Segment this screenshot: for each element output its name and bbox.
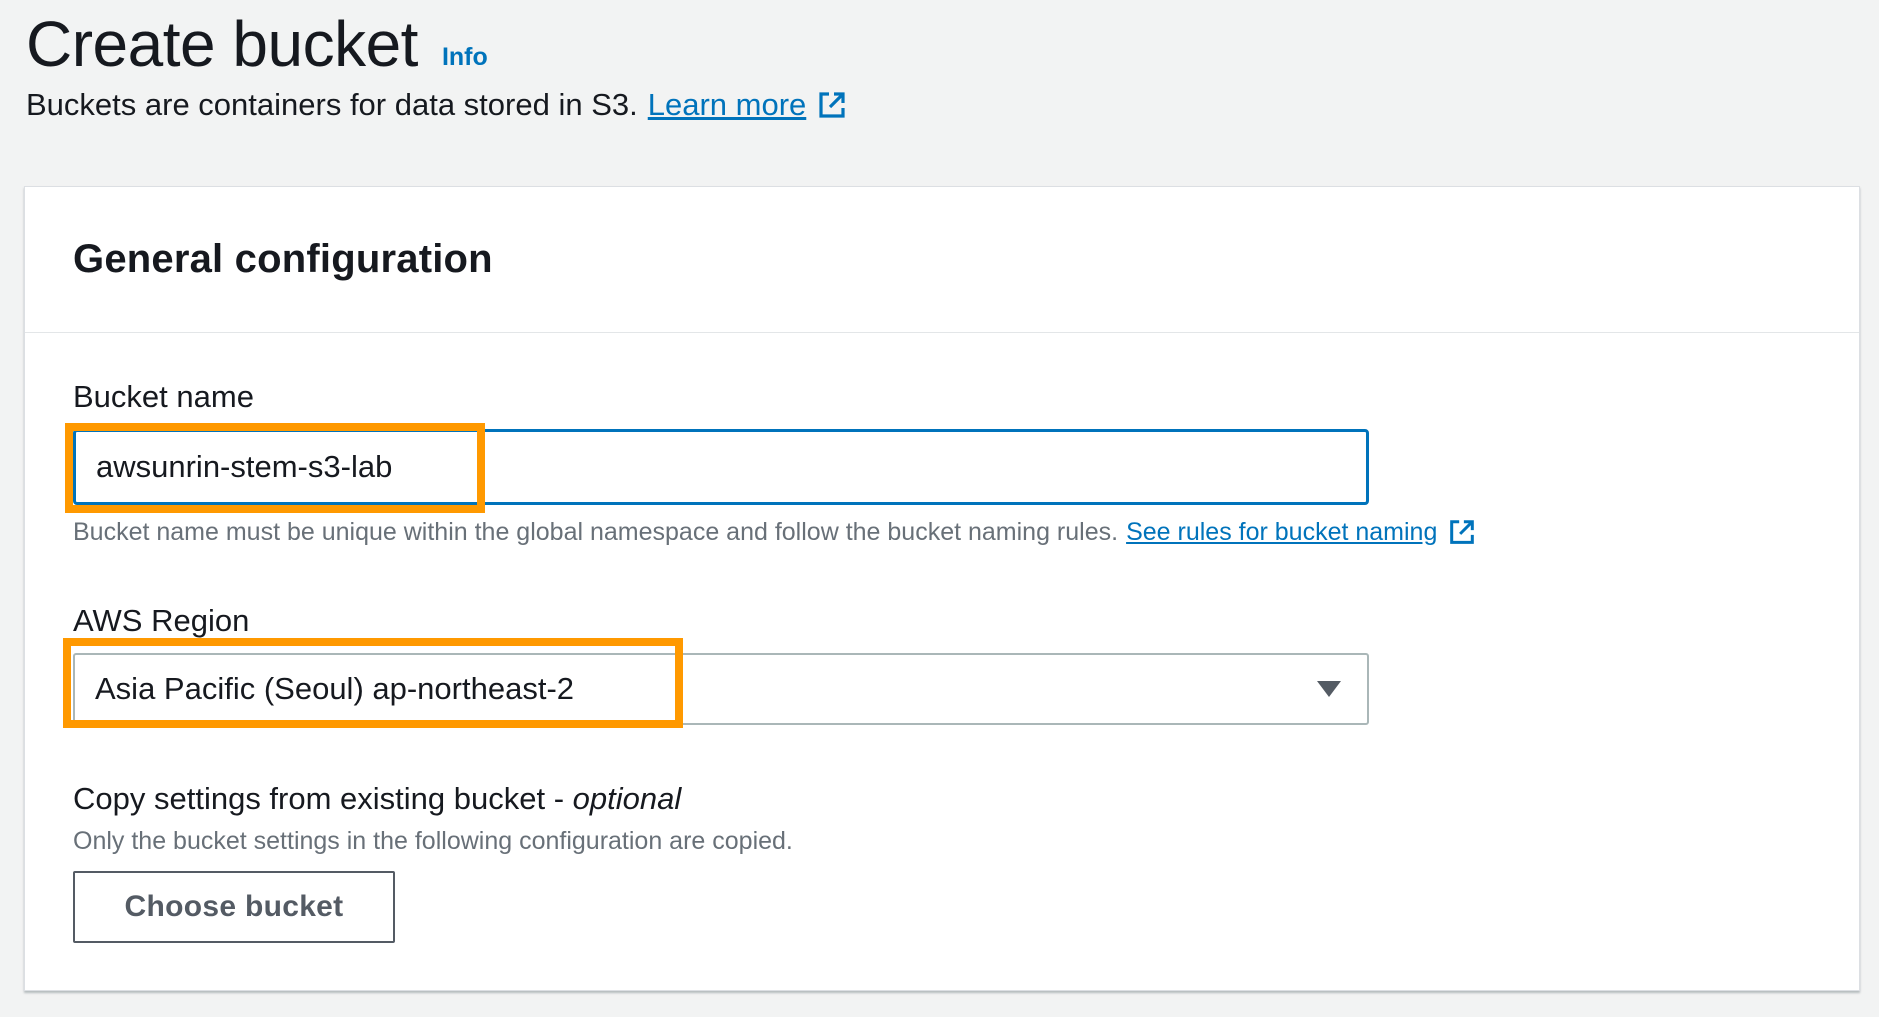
- aws-region-label: AWS Region: [73, 603, 250, 638]
- general-configuration-panel: General configuration Bucket name awsunr…: [24, 186, 1860, 991]
- page-title: Create bucket: [26, 8, 418, 80]
- title-row: Create bucket Info: [26, 0, 848, 76]
- bucket-naming-rules-link[interactable]: See rules for bucket naming: [1126, 517, 1477, 547]
- bucket-naming-rules-label: See rules for bucket naming: [1126, 517, 1438, 546]
- page-header: Create bucket Info Buckets are container…: [26, 0, 848, 124]
- copy-settings-label: Copy settings from existing bucket - opt…: [73, 781, 681, 817]
- bucket-name-value: awsunrin-stem-s3-lab: [96, 449, 393, 484]
- learn-more-label: Learn more: [647, 87, 807, 122]
- panel-header: General configuration: [25, 187, 1859, 333]
- bucket-name-label: Bucket name: [73, 379, 254, 414]
- bucket-name-hint: Bucket name must be unique within the gl…: [73, 517, 1477, 547]
- copy-settings-hint: Only the bucket settings in the followin…: [73, 827, 793, 856]
- caret-down-icon: [1317, 681, 1341, 697]
- panel-title: General configuration: [73, 237, 493, 281]
- aws-region-selected-value: Asia Pacific (Seoul) ap-northeast-2: [95, 671, 575, 706]
- copy-settings-hint-text: Only the bucket settings in the followin…: [73, 827, 793, 855]
- external-link-icon: [1450, 520, 1475, 544]
- bucket-name-input[interactable]: awsunrin-stem-s3-lab: [73, 429, 1369, 505]
- info-link[interactable]: Info: [442, 43, 488, 72]
- copy-settings-label-text: Copy settings from existing bucket -: [73, 781, 573, 816]
- choose-bucket-button[interactable]: Choose bucket: [73, 871, 395, 943]
- page-description: Buckets are containers for data stored i…: [26, 86, 848, 124]
- learn-more-link[interactable]: Learn more: [648, 86, 849, 124]
- aws-region-select[interactable]: Asia Pacific (Seoul) ap-northeast-2: [73, 653, 1369, 725]
- create-bucket-page: Create bucket Info Buckets are container…: [0, 0, 1879, 1017]
- bucket-name-hint-text: Bucket name must be unique within the gl…: [73, 517, 1119, 546]
- external-link-icon: [819, 92, 845, 118]
- copy-settings-optional: optional: [572, 781, 682, 816]
- description-text: Buckets are containers for data stored i…: [26, 87, 638, 122]
